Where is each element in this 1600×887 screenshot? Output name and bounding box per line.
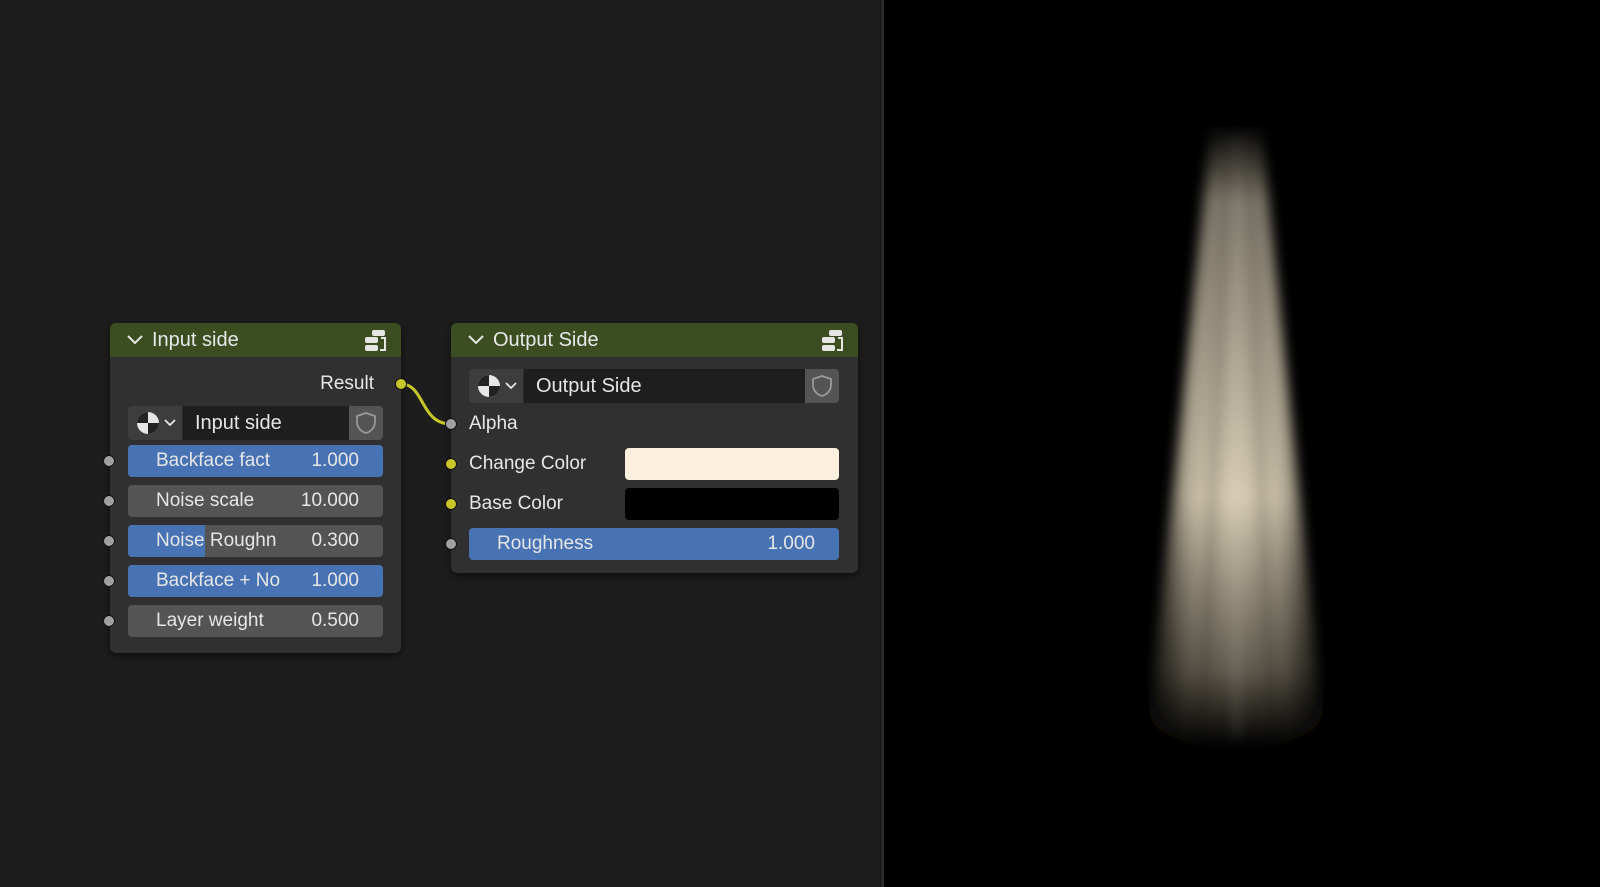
alpha-label: Alpha — [469, 413, 518, 434]
input-socket-base-color[interactable] — [445, 498, 457, 510]
field-label: Roughness — [497, 533, 594, 554]
node-header[interactable]: Output Side — [451, 323, 858, 357]
input-socket[interactable] — [103, 455, 115, 467]
node-group-icon[interactable] — [363, 328, 389, 354]
base-color-label: Base Color — [469, 493, 563, 514]
input-socket-roughness[interactable] — [445, 538, 457, 550]
material-sphere-icon — [136, 412, 159, 434]
chevron-down-icon — [504, 382, 517, 390]
fake-user-button[interactable] — [805, 369, 839, 403]
material-browse-button[interactable] — [469, 369, 524, 403]
node-group-icon[interactable] — [820, 328, 846, 354]
base-color-swatch[interactable] — [625, 488, 839, 520]
input-socket[interactable] — [103, 535, 115, 547]
node-title: Output Side — [493, 328, 599, 351]
chevron-down-icon[interactable] — [465, 329, 487, 351]
output-side-node[interactable]: Output Side Output Side Alpha Change Col… — [445, 323, 858, 573]
node-title: Input side — [152, 328, 239, 351]
output-socket-result[interactable] — [395, 378, 407, 390]
node-editor[interactable]: Input side Result Input side Backface fa… — [0, 0, 880, 887]
field-layer-weight[interactable]: Layer weight 0.500 — [128, 605, 383, 637]
fake-user-button[interactable] — [349, 406, 383, 440]
input-socket-change-color[interactable] — [445, 458, 457, 470]
field-value: 1.000 — [311, 450, 359, 471]
field-value: 0.300 — [311, 530, 359, 551]
change-color-swatch[interactable] — [625, 448, 839, 480]
field-label: Backface + No — [156, 570, 281, 591]
field-label: Noise Roughn — [156, 530, 277, 551]
shield-icon — [812, 375, 832, 397]
change-color-label: Change Color — [469, 453, 587, 474]
light-cone-render — [1146, 126, 1326, 746]
field-roughness[interactable]: Roughness 1.000 — [469, 528, 839, 560]
node-header[interactable]: Input side — [110, 323, 401, 357]
field-noise-roughness[interactable]: Noise Roughn 0.300 — [128, 525, 383, 557]
field-value: 1.000 — [767, 533, 815, 554]
chevron-down-icon[interactable] — [124, 329, 146, 351]
field-value: 1.000 — [311, 570, 359, 591]
chevron-down-icon — [163, 419, 176, 427]
group-selector[interactable]: Input side — [128, 406, 383, 440]
input-socket[interactable] — [103, 615, 115, 627]
input-socket[interactable] — [103, 495, 115, 507]
group-name-field[interactable]: Input side — [183, 406, 349, 440]
material-browse-button[interactable] — [128, 406, 183, 440]
input-socket[interactable] — [103, 575, 115, 587]
field-backface-noise[interactable]: Backface + No 1.000 — [128, 565, 383, 597]
group-name-field[interactable]: Output Side — [524, 369, 805, 403]
field-label: Noise scale — [156, 490, 255, 511]
output-label-result: Result — [320, 373, 374, 394]
group-selector[interactable]: Output Side — [469, 369, 839, 403]
render-viewport[interactable] — [884, 0, 1600, 887]
field-label: Layer weight — [156, 610, 264, 631]
field-label: Backface fact — [156, 450, 271, 471]
input-socket-alpha[interactable] — [445, 418, 457, 430]
field-value: 0.500 — [311, 610, 359, 631]
shield-icon — [356, 412, 376, 434]
field-noise-scale[interactable]: Noise scale 10.000 — [128, 485, 383, 517]
material-sphere-icon — [477, 375, 500, 397]
field-backface-factor[interactable]: Backface fact 1.000 — [128, 445, 383, 477]
input-side-node[interactable]: Input side Result Input side Backface fa… — [103, 323, 407, 653]
field-value: 10.000 — [300, 490, 359, 511]
